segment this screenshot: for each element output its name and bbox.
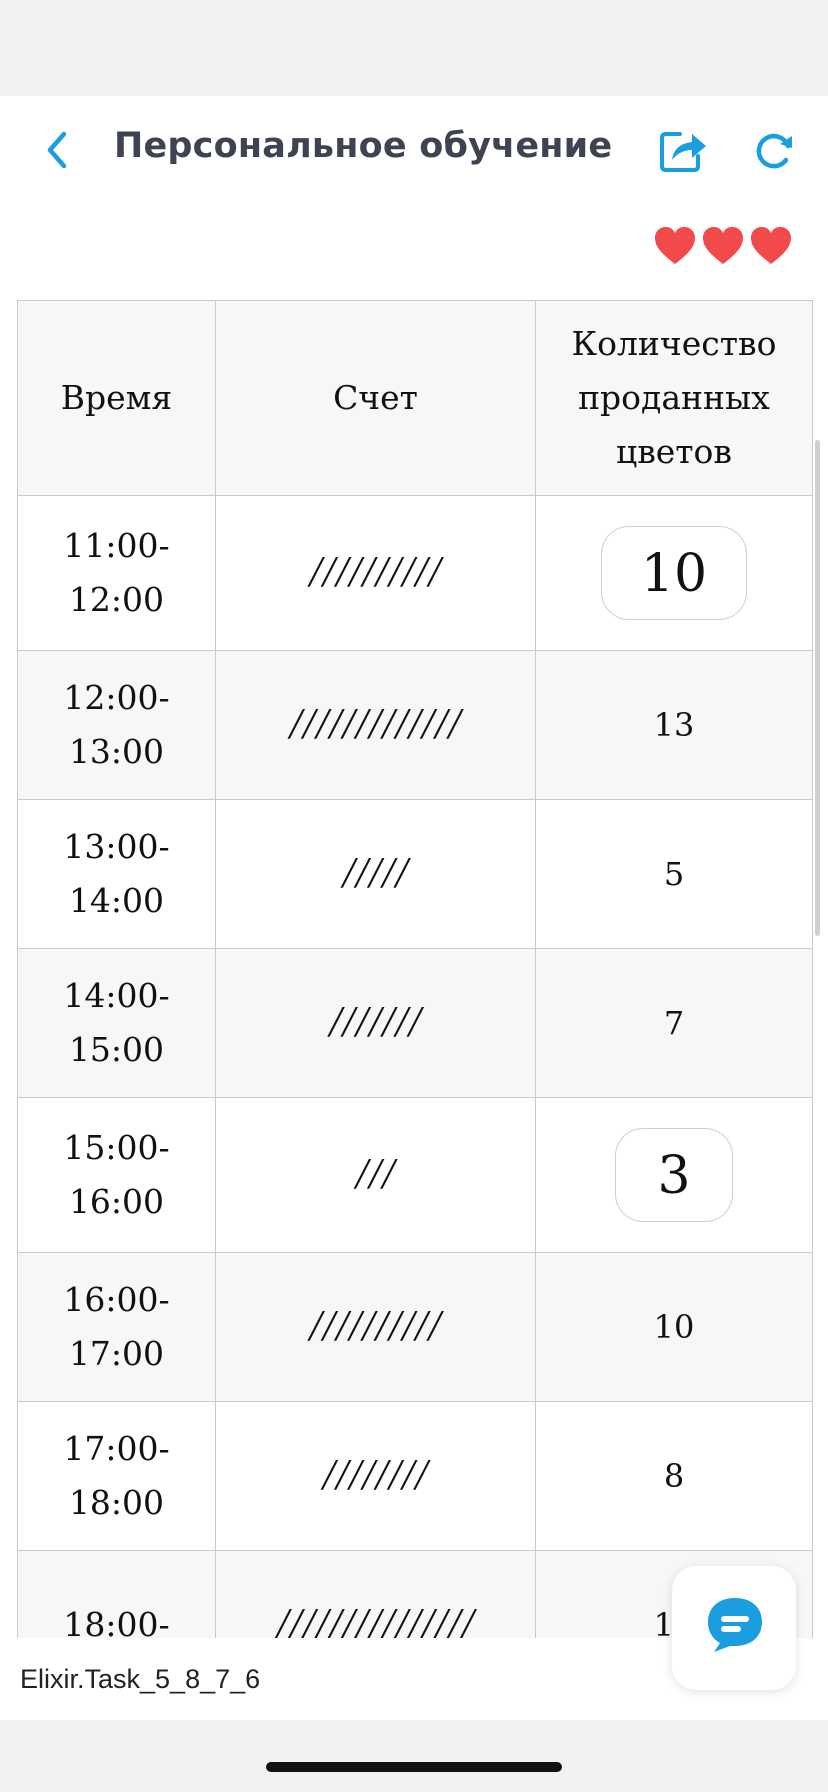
time-end: 15:00	[68, 1030, 165, 1069]
lives-bar	[0, 204, 828, 300]
count-value: 13	[653, 706, 695, 744]
count-value: 5	[663, 855, 685, 893]
time-cell: 12:00- 13:00	[17, 650, 216, 800]
column-header-tally: Счет	[215, 300, 536, 496]
time-cell: 14:00- 15:00	[17, 948, 216, 1098]
time-start: 13:00-	[63, 827, 170, 866]
count-cell: 7	[535, 948, 813, 1098]
tally-cell: /////	[215, 799, 536, 949]
tally-cell: ////////	[215, 1401, 536, 1551]
page-title: Персональное обучение	[114, 126, 613, 166]
column-header-time: Время	[17, 300, 216, 496]
back-button[interactable]	[36, 122, 80, 178]
table-row: 16:00- 17:00 ////////// 10	[17, 1252, 813, 1402]
time-start: 12:00-	[63, 678, 170, 717]
tally-marks: ///	[355, 1148, 396, 1198]
tally-marks: //////////	[309, 1300, 442, 1350]
share-button[interactable]	[658, 124, 710, 176]
heart-icon	[750, 226, 792, 266]
home-indicator[interactable]	[266, 1762, 562, 1772]
count-cell: 3	[535, 1097, 813, 1253]
time-cell: 16:00- 17:00	[17, 1252, 216, 1402]
time-cell: 13:00- 14:00	[17, 799, 216, 949]
time-start: 17:00-	[63, 1429, 170, 1468]
time-end: 12:00	[68, 580, 165, 619]
count-cell: 10	[535, 1252, 813, 1402]
time-end: 17:00	[68, 1334, 165, 1373]
time-start: 18:00-	[63, 1605, 170, 1638]
time-start: 14:00-	[63, 976, 170, 1015]
tally-cell: //////////	[215, 1252, 536, 1402]
share-icon	[660, 132, 706, 172]
heart-icon	[654, 226, 696, 266]
tally-cell: //////////	[215, 495, 536, 651]
tally-cell: ///	[215, 1097, 536, 1253]
table-row: 12:00- 13:00 ///////////// 13	[17, 650, 813, 800]
time-cell: 11:00- 12:00	[17, 495, 216, 651]
app-header: Персональное обучение	[0, 96, 828, 204]
hearts	[654, 226, 792, 266]
tally-cell: ///////////////	[215, 1550, 536, 1639]
scrollbar[interactable]	[815, 440, 820, 936]
refresh-button[interactable]	[750, 126, 798, 174]
count-value: 10	[653, 1308, 695, 1346]
count-cell: 8	[535, 1401, 813, 1551]
count-value: 7	[663, 1004, 685, 1042]
tally-cell: ///////	[215, 948, 536, 1098]
refresh-icon	[756, 133, 792, 169]
count-input[interactable]: 10	[601, 526, 747, 620]
column-header-count: Количество проданных цветов	[535, 300, 813, 496]
bottom-strip	[0, 1720, 828, 1792]
time-end: 16:00	[68, 1182, 165, 1221]
tally-marks: /////	[342, 847, 409, 897]
tally-marks: //////////	[309, 546, 442, 596]
time-cell: 15:00- 16:00	[17, 1097, 216, 1253]
tally-cell: /////////////	[215, 650, 536, 800]
time-cell: 18:00-	[17, 1550, 216, 1638]
status-bar	[0, 0, 828, 96]
count-cell: 10	[535, 495, 813, 651]
tally-marks: /////////////	[289, 698, 462, 748]
time-cell: 17:00- 18:00	[17, 1401, 216, 1551]
table-row: 15:00- 16:00 /// 3	[17, 1097, 813, 1253]
tally-marks: ///////////////	[276, 1598, 475, 1639]
time-start: 11:00-	[63, 526, 170, 565]
count-cell: 13	[535, 650, 813, 800]
table-row: 14:00- 15:00 /////// 7	[17, 948, 813, 1098]
time-start: 16:00-	[63, 1280, 170, 1319]
table-container[interactable]: Время Счет Количество проданных цветов 1…	[0, 300, 828, 1638]
chevron-left-icon	[47, 131, 67, 169]
chat-button[interactable]	[672, 1566, 796, 1690]
count-value: 8	[663, 1457, 685, 1495]
time-start: 15:00-	[63, 1128, 170, 1167]
time-end: 13:00	[68, 732, 165, 771]
tally-marks: ///////	[329, 996, 422, 1046]
chat-bubble-icon	[708, 1598, 762, 1652]
table-row: 11:00- 12:00 ////////// 10	[17, 495, 813, 651]
task-id: Elixir.Task_5_8_7_6	[20, 1664, 261, 1694]
time-end: 18:00	[68, 1483, 165, 1522]
tally-marks: ////////	[322, 1449, 429, 1499]
table-row: 13:00- 14:00 ///// 5	[17, 799, 813, 949]
count-input[interactable]: 3	[615, 1128, 733, 1222]
tally-table: Время Счет Количество проданных цветов 1…	[17, 300, 813, 1638]
heart-icon	[702, 226, 744, 266]
count-cell: 5	[535, 799, 813, 949]
time-end: 14:00	[68, 881, 165, 920]
table-row: 17:00- 18:00 //////// 8	[17, 1401, 813, 1551]
